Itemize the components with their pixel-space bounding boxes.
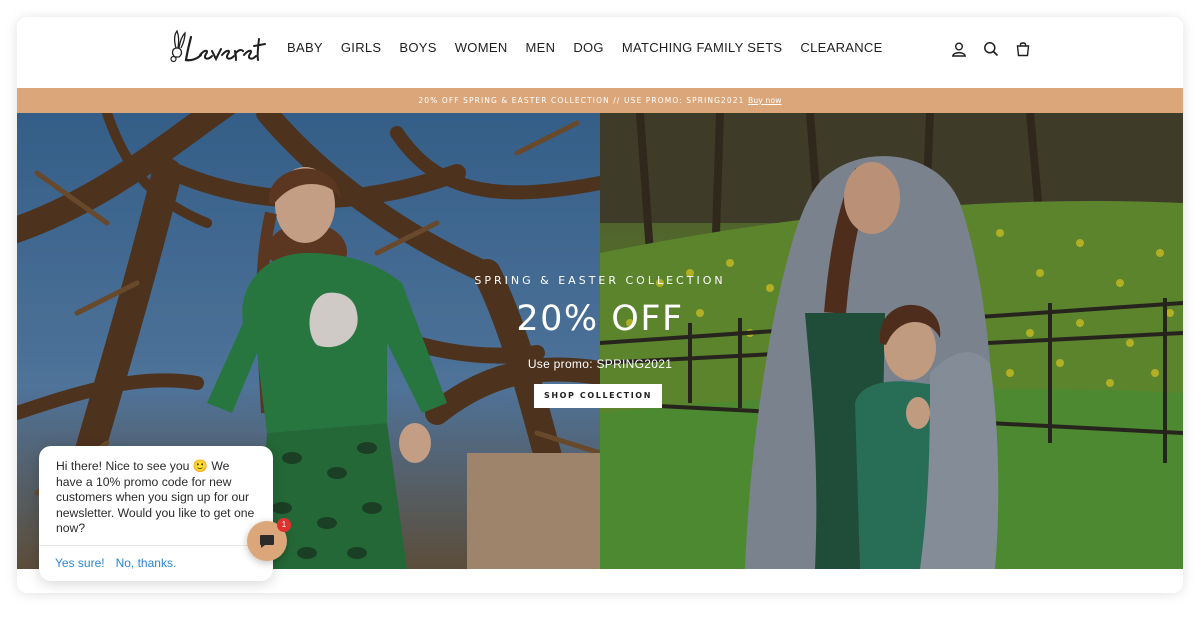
nav-item-girls[interactable]: GIRLS	[332, 40, 391, 55]
shop-collection-button[interactable]: SHOP COLLECTION	[534, 384, 662, 408]
chat-popup: Hi there! Nice to see you 🙂 We have a 10…	[39, 446, 273, 581]
hero-headline: 20% OFF	[516, 299, 684, 339]
leveret-logo[interactable]	[169, 27, 269, 69]
chat-actions: Yes sure! No, thanks.	[55, 556, 176, 570]
header-icons	[950, 40, 1032, 58]
nav-item-baby[interactable]: BABY	[279, 40, 332, 55]
account-icon[interactable]	[950, 40, 968, 58]
nav-item-men[interactable]: MEN	[517, 40, 565, 55]
cart-icon[interactable]	[1014, 40, 1032, 58]
chat-message: Hi there! Nice to see you 🙂 We have a 10…	[56, 459, 255, 536]
search-icon[interactable]	[982, 40, 1000, 58]
chat-no-button[interactable]: No, thanks.	[116, 556, 177, 570]
nav-item-boys[interactable]: BOYS	[390, 40, 445, 55]
hero-eyebrow: SPRING & EASTER COLLECTION	[474, 274, 726, 287]
chat-divider	[39, 545, 273, 546]
chat-bubble-icon	[260, 535, 274, 548]
promo-announcement-bar: 20% OFF SPRING & EASTER COLLECTION // US…	[17, 88, 1183, 113]
promo-buy-now-link[interactable]: Buy now	[748, 96, 782, 105]
logo-image	[170, 29, 266, 63]
site-header: BABY GIRLS BOYS WOMEN MEN DOG MATCHING F…	[17, 17, 1183, 88]
nav-item-clearance[interactable]: CLEARANCE	[791, 40, 891, 55]
main-navigation: BABY GIRLS BOYS WOMEN MEN DOG MATCHING F…	[279, 40, 892, 55]
chat-unread-badge: 1	[277, 518, 291, 532]
chat-yes-button[interactable]: Yes sure!	[55, 556, 105, 570]
nav-item-matching-family-sets[interactable]: MATCHING FAMILY SETS	[613, 40, 792, 55]
promo-text: 20% OFF SPRING & EASTER COLLECTION // US…	[418, 96, 745, 105]
nav-item-dog[interactable]: DOG	[564, 40, 613, 55]
nav-item-women[interactable]: WOMEN	[446, 40, 517, 55]
hero-promo-subtext: Use promo: SPRING2021	[527, 357, 673, 371]
